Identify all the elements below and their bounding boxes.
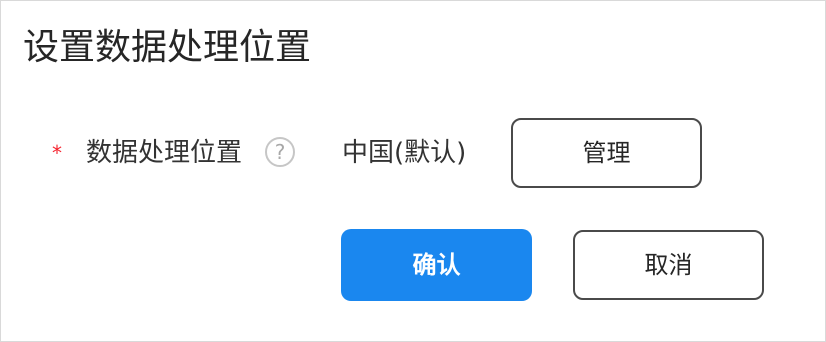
field-label-data-location: 数据处理位置: [86, 138, 243, 168]
cancel-button[interactable]: 取消: [573, 230, 764, 300]
manage-button[interactable]: 管理: [511, 118, 702, 188]
required-mark: *: [52, 141, 62, 165]
confirm-button[interactable]: 确认: [341, 229, 532, 301]
dialog-title: 设置数据处理位置: [23, 27, 312, 68]
field-value-data-location: 中国(默认): [342, 138, 467, 168]
data-location-dialog: 设置数据处理位置 * 数据处理位置 ? 中国(默认) 管理 确认 取消: [0, 0, 826, 342]
question-circle-icon[interactable]: ?: [265, 137, 295, 167]
